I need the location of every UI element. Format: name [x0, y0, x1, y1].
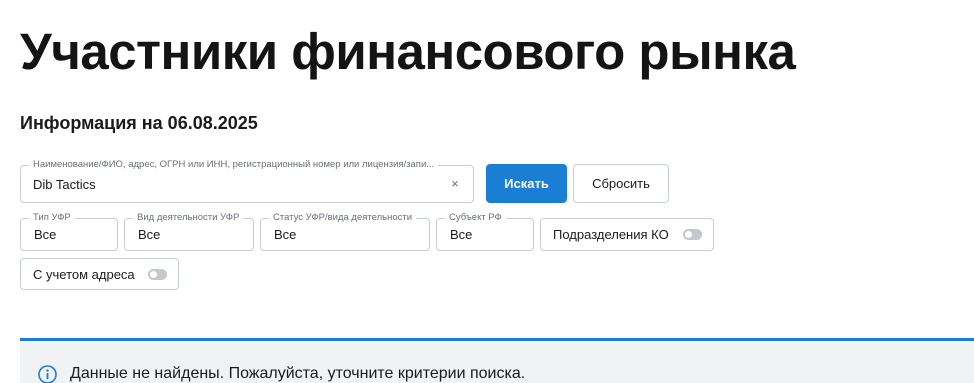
page-title: Участники финансового рынка: [20, 23, 796, 80]
info-icon: [38, 365, 57, 383]
filter-type-label: Тип УФР: [29, 212, 75, 224]
no-results-notice: Данные не найдены. Пожалуйста, уточните …: [20, 338, 974, 383]
search-button[interactable]: Искать: [486, 164, 567, 203]
search-field[interactable]: Наименование/ФИО, адрес, ОГРН или ИНН, р…: [20, 159, 474, 203]
toggle-knob: [685, 231, 692, 238]
filter-status-value: Все: [274, 227, 297, 242]
filter-activity-value: Все: [138, 227, 161, 242]
filter-subject-label: Субъект РФ: [445, 212, 506, 224]
filter-status-label: Статус УФР/вида деятельности: [269, 212, 417, 224]
ko-divisions-switch[interactable]: [683, 229, 702, 240]
toggle-knob: [150, 271, 157, 278]
close-icon[interactable]: ×: [447, 176, 463, 192]
filter-subject-select[interactable]: Субъект РФ Все: [436, 212, 534, 251]
ko-divisions-label: Подразделения КО: [553, 227, 669, 242]
search-field-label: Наименование/ФИО, адрес, ОГРН или ИНН, р…: [29, 159, 439, 171]
filter-subject-value: Все: [450, 227, 473, 242]
reset-button[interactable]: Сбросить: [573, 164, 669, 203]
filter-activity-select[interactable]: Вид деятельности УФР Все: [124, 212, 254, 251]
with-address-switch[interactable]: [148, 269, 167, 280]
info-date-heading: Информация на 06.08.2025: [20, 113, 258, 133]
notice-text: Данные не найдены. Пожалуйста, уточните …: [70, 365, 526, 382]
search-input[interactable]: Dib Tactics: [33, 177, 96, 193]
filter-status-select[interactable]: Статус УФР/вида деятельности Все: [260, 212, 430, 251]
filter-activity-label: Вид деятельности УФР: [133, 212, 244, 224]
with-address-toggle[interactable]: С учетом адреса: [20, 258, 179, 290]
ko-divisions-toggle[interactable]: Подразделения КО: [540, 218, 714, 251]
with-address-label: С учетом адреса: [33, 267, 135, 282]
filter-type-select[interactable]: Тип УФР Все: [20, 212, 118, 251]
filter-type-value: Все: [34, 227, 57, 242]
